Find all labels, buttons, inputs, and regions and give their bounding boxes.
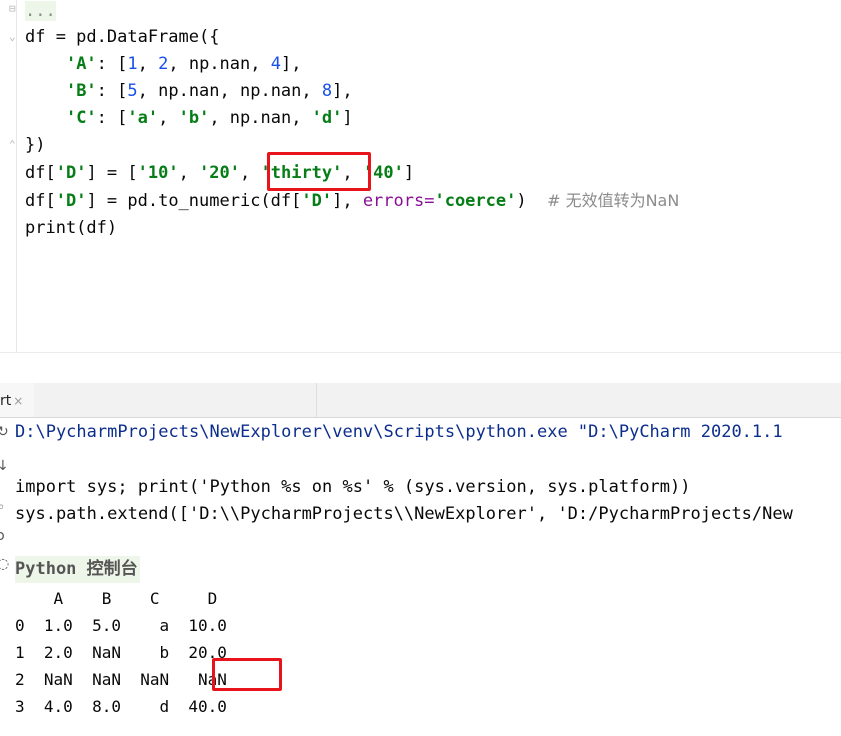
editor-gutter: ⊟ ⌄ ⌃ [0, 0, 17, 352]
stop-icon[interactable]: ↓ [0, 458, 9, 474]
run-tab-bar: rt × [0, 383, 841, 418]
collapsed-imports[interactable]: ... [25, 1, 56, 21]
highlight-box-thirty [267, 152, 371, 191]
tab-divider [316, 383, 317, 417]
code-line-9: print(df) [25, 218, 118, 238]
code-line-6: }) [25, 135, 46, 155]
console-path-line: sys.path.extend(['D:\\PycharmProjects\\N… [15, 504, 793, 524]
console-command-line[interactable]: D:\PycharmProjects\NewExplorer\venv\Scri… [15, 419, 783, 446]
fold-end-icon[interactable]: ⌃ [9, 139, 16, 151]
code-line-8: df['D'] = pd.to_numeric(df['D'], errors=… [25, 191, 680, 211]
settings-icon[interactable]: ◦ [0, 500, 5, 516]
df-row-3: 3 4.0 8.0 d 40.0 [15, 697, 227, 716]
close-icon[interactable]: × [13, 394, 23, 408]
clear-icon[interactable]: ◌ [0, 556, 9, 572]
code-line-2: df = pd.DataFrame({ [25, 27, 220, 47]
fold-icon[interactable]: ⌄ [9, 31, 16, 43]
code-editor[interactable]: ⊟ ⌄ ⌃ ... df = pd.DataFrame({ 'A': [1, 2… [0, 0, 841, 352]
df-row-2: 2 NaN NaN NaN NaN [15, 670, 227, 689]
panel-separator[interactable] [0, 352, 841, 383]
run-tab[interactable]: rt × [0, 383, 34, 417]
fold-icon[interactable]: ⊟ [9, 3, 16, 15]
console-banner: Python 控制台 [15, 556, 140, 583]
console-toolbar: ↻ ↓ ◦ ɔ ◌ [0, 418, 9, 736]
code-line-5: 'C': ['a', 'b', np.nan, 'd'] [65, 108, 353, 128]
highlight-box-nan [212, 658, 282, 691]
rerun-icon[interactable]: ↻ [0, 424, 9, 440]
pin-icon[interactable]: ɔ [0, 528, 5, 544]
console-import-line: import sys; print('Python %s on %s' % (s… [15, 477, 691, 497]
df-header-row: A B C D [15, 589, 218, 608]
python-console[interactable]: ↻ ↓ ◦ ɔ ◌ D:\PycharmProjects\NewExplorer… [0, 418, 841, 736]
df-row-0: 0 1.0 5.0 a 10.0 [15, 616, 227, 635]
df-row-1: 1 2.0 NaN b 20.0 [15, 643, 227, 662]
code-line-3: 'A': [1, 2, np.nan, 4], [65, 54, 302, 74]
code-line-1: ... [25, 0, 56, 25]
code-line-4: 'B': [5, np.nan, np.nan, 8], [65, 81, 353, 101]
